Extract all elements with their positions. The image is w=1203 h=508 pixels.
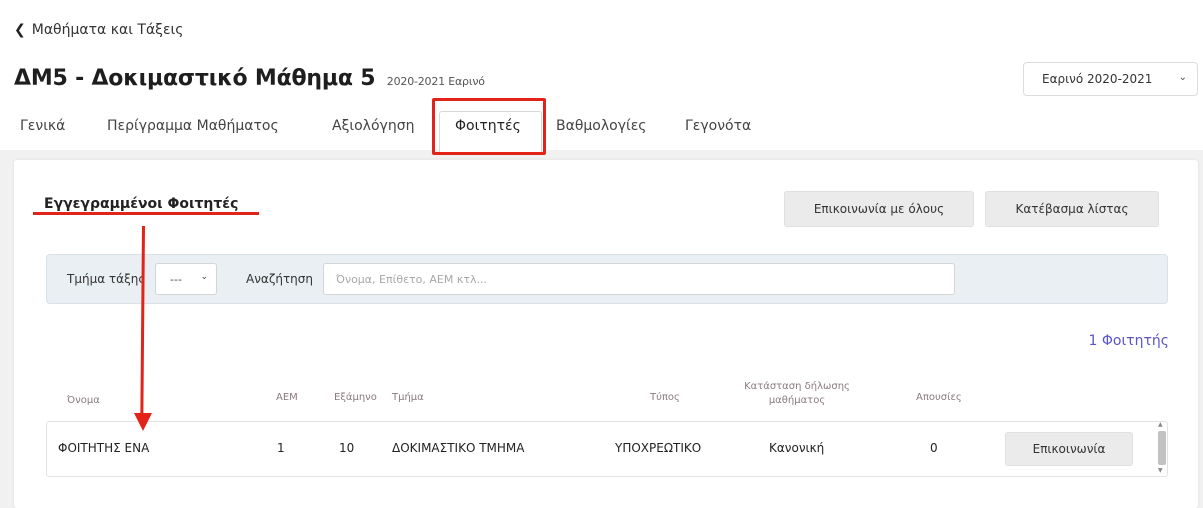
- tab-assessment[interactable]: Αξιολόγηση: [332, 118, 414, 134]
- scroll-down-icon[interactable]: ▼: [1158, 467, 1163, 474]
- download-list-button[interactable]: Κατέβασμα λίστας: [985, 191, 1159, 227]
- registration-status: Κανονική: [769, 441, 825, 455]
- course-title: ΔΜ5 - Δοκιμαστικό Μάθημα 5: [14, 66, 376, 91]
- column-header-aem: ΑΕΜ: [276, 392, 298, 403]
- section-title: Εγγεγραμμένοι Φοιτητές: [44, 196, 239, 212]
- page: ❮ Μαθήματα και Τάξεις ΔΜ5 - Δοκιμαστικό …: [0, 0, 1203, 508]
- student-type: ΥΠΟΧΡΕΩΤΙΚΟ: [615, 441, 702, 455]
- filter-bar: Τμήμα τάξης --- ⌄ Αναζήτηση: [46, 254, 1168, 304]
- scroll-up-icon[interactable]: ▲: [1158, 421, 1163, 428]
- tab-events[interactable]: Γεγονότα: [685, 118, 751, 134]
- semester-select[interactable]: Εαρινό 2020-2021 ⌄: [1023, 62, 1198, 96]
- chevron-down-icon: ⌄: [1178, 72, 1187, 83]
- back-link[interactable]: ❮ Μαθήματα και Τάξεις: [14, 22, 184, 38]
- annotation-arrow-head-icon: [134, 413, 152, 431]
- search-label: Αναζήτηση: [246, 272, 313, 286]
- tab-bar: Γενικά Περίγραμμα Μαθήματος Αξιολόγηση Φ…: [14, 108, 1170, 164]
- column-header-type: Τύπος: [650, 392, 680, 403]
- column-header-semester: Εξάμηνο: [334, 392, 377, 403]
- contact-student-button[interactable]: Επικοινωνία: [1005, 432, 1133, 466]
- table-scrollbar[interactable]: ▲ ▼: [1156, 421, 1168, 477]
- student-semester: 10: [339, 441, 355, 455]
- column-header-name: Όνομα: [67, 395, 100, 406]
- table-row: ΦΟΙΤΗΤΗΣ ΕΝΑ 1 10 ΔΟΚΙΜΑΣΤΙΚΟ ΤΜΗΜΑ ΥΠΟΧ…: [46, 421, 1168, 477]
- semester-select-value: Εαρινό 2020-2021: [1042, 72, 1153, 86]
- section-filter-select[interactable]: --- ⌄: [155, 263, 217, 295]
- tab-course-outline[interactable]: Περίγραμμα Μαθήματος: [107, 118, 279, 134]
- section-filter-value: ---: [170, 272, 182, 286]
- course-subtitle: 2020-2021 Εαρινό: [386, 75, 485, 88]
- column-header-absences: Απουσίες: [916, 392, 962, 403]
- tab-grades[interactable]: Βαθμολογίες: [556, 118, 647, 134]
- search-input[interactable]: [323, 263, 955, 295]
- column-header-status: Κατάσταση δήλωσης μαθήματος: [744, 381, 850, 406]
- scrollbar-thumb[interactable]: [1158, 431, 1166, 465]
- student-aem: 1: [277, 441, 285, 455]
- chevron-left-icon: ❮: [14, 22, 26, 38]
- page-title: ΔΜ5 - Δοκιμαστικό Μάθημα 5 2020-2021 Εαρ…: [14, 66, 485, 91]
- student-count[interactable]: 1 Φοιτητής: [1089, 333, 1170, 349]
- tab-students[interactable]: Φοιτητές: [455, 118, 521, 134]
- back-link-label: Μαθήματα και Τάξεις: [31, 22, 184, 38]
- student-absences: 0: [930, 441, 938, 455]
- contact-all-button[interactable]: Επικοινωνία με όλους: [784, 191, 974, 227]
- tab-general[interactable]: Γενικά: [20, 118, 65, 134]
- student-section: ΔΟΚΙΜΑΣΤΙΚΟ ΤΜΗΜΑ: [392, 441, 525, 455]
- column-header-section: Τμήμα: [392, 392, 424, 403]
- chevron-down-icon: ⌄: [200, 272, 208, 282]
- annotation-underline: [33, 212, 259, 215]
- student-name: ΦΟΙΤΗΤΗΣ ΕΝΑ: [58, 441, 150, 455]
- section-filter-label: Τμήμα τάξης: [67, 272, 146, 286]
